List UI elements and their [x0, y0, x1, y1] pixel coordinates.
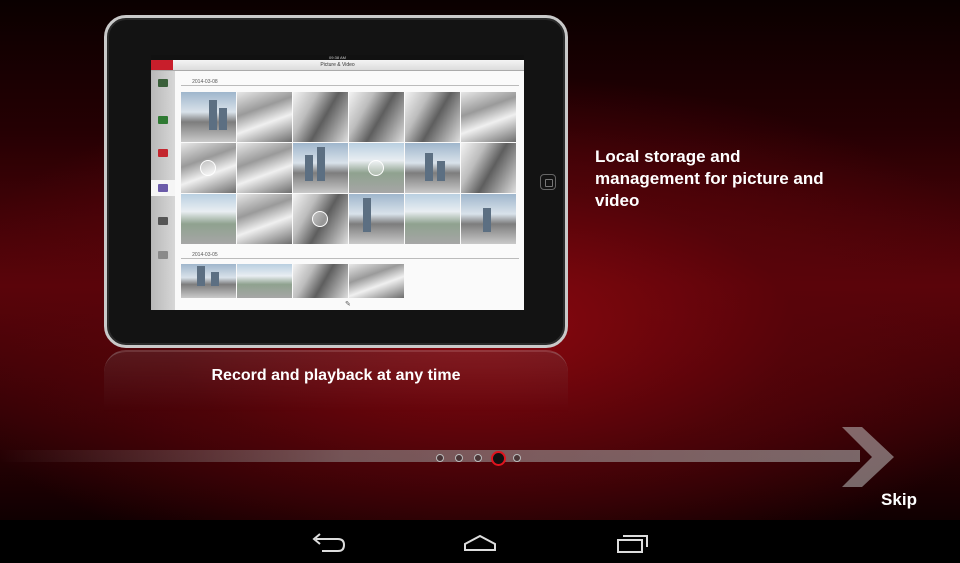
media-thumbnail	[349, 143, 404, 193]
play-icon	[312, 211, 328, 227]
tablet-screen: 09:38 AM Picture & Video 2014-03-08 2014…	[151, 55, 524, 310]
media-thumbnail	[461, 143, 516, 193]
media-thumbnail	[405, 92, 460, 142]
tablet-home-button-icon	[540, 174, 556, 190]
media-thumbnail	[293, 194, 348, 244]
tablet-app-bar: Picture & Video	[151, 60, 524, 71]
alarm-icon	[158, 149, 168, 157]
page-dot[interactable]	[513, 454, 521, 462]
settings-icon	[158, 251, 168, 259]
media-thumbnail	[349, 194, 404, 244]
media-thumbnail	[349, 264, 404, 298]
edit-icon: ✎	[345, 301, 351, 308]
next-arrow-icon[interactable]	[836, 425, 896, 489]
back-icon[interactable]	[308, 528, 348, 556]
guide-screen: 09:38 AM Picture & Video 2014-03-08 2014…	[0, 0, 960, 520]
media-thumbnail	[181, 143, 236, 193]
remote-icon	[158, 217, 168, 225]
slide-caption: Record and playback at any time	[211, 367, 461, 384]
page-dot-active[interactable]	[491, 451, 506, 466]
device-icon	[158, 116, 168, 124]
media-grid: 2014-03-08 2014-03-05 ✎	[175, 71, 524, 310]
tablet-app-title: Picture & Video	[320, 62, 355, 68]
media-thumbnail	[181, 194, 236, 244]
media-thumbnail	[293, 143, 348, 193]
media-thumbnail	[181, 92, 236, 142]
media-thumbnail	[405, 143, 460, 193]
media-thumbnail	[237, 264, 292, 298]
media-thumbnail	[237, 194, 292, 244]
tablet-sidebar	[151, 71, 175, 310]
page-dot[interactable]	[455, 454, 463, 462]
feature-description: Local storage and management for picture…	[595, 147, 824, 210]
date-group-label: 2014-03-05	[181, 252, 519, 259]
media-thumbnail	[349, 92, 404, 142]
media-thumbnail	[237, 143, 292, 193]
picture-video-icon	[158, 184, 168, 192]
date-group-label: 2014-03-08	[181, 79, 519, 86]
page-dot[interactable]	[474, 454, 482, 462]
tablet-back-icon	[151, 60, 173, 70]
media-thumbnail	[181, 264, 236, 298]
media-thumbnail	[293, 264, 348, 298]
play-icon	[200, 160, 216, 176]
media-thumbnail	[461, 92, 516, 142]
home-icon[interactable]	[460, 528, 500, 556]
tablet-illustration: 09:38 AM Picture & Video 2014-03-08 2014…	[104, 15, 568, 348]
skip-button[interactable]: Skip	[870, 490, 928, 510]
progress-track	[0, 450, 860, 462]
media-thumbnail	[405, 194, 460, 244]
system-nav-bar	[0, 520, 960, 563]
recents-icon[interactable]	[612, 528, 652, 556]
media-thumbnail	[461, 194, 516, 244]
live-view-icon	[158, 79, 168, 87]
play-icon	[368, 160, 384, 176]
page-dot[interactable]	[436, 454, 444, 462]
media-thumbnail	[293, 92, 348, 142]
media-thumbnail	[237, 92, 292, 142]
